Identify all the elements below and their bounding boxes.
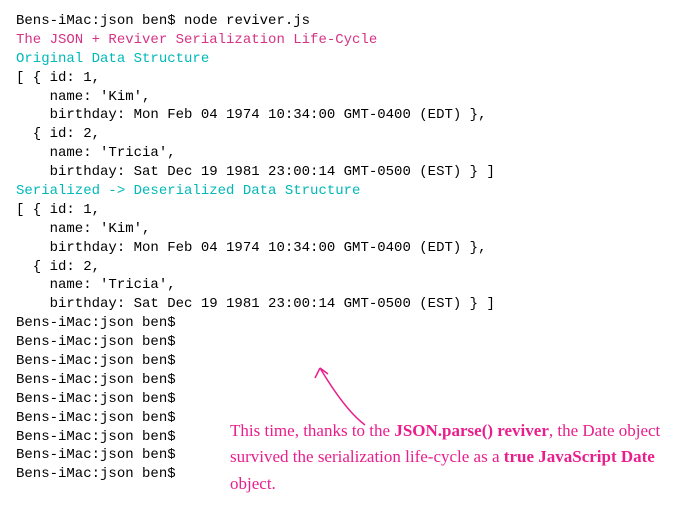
data-line: birthday: Mon Feb 04 1974 10:34:00 GMT-0… <box>16 239 684 258</box>
data-line: { id: 2, <box>16 258 684 277</box>
empty-prompt: Bens-iMac:json ben$ <box>16 428 684 447</box>
title-line: The JSON + Reviver Serialization Life-Cy… <box>16 31 684 50</box>
empty-prompt: Bens-iMac:json ben$ <box>16 352 684 371</box>
command-line: Bens-iMac:json ben$ node reviver.js <box>16 12 684 31</box>
data-line: birthday: Sat Dec 19 1981 23:00:14 GMT-0… <box>16 163 684 182</box>
empty-prompt: Bens-iMac:json ben$ <box>16 446 684 465</box>
empty-prompt: Bens-iMac:json ben$ <box>16 465 684 484</box>
data-line: birthday: Mon Feb 04 1974 10:34:00 GMT-0… <box>16 106 684 125</box>
data-line: name: 'Tricia', <box>16 276 684 295</box>
section1-header: Original Data Structure <box>16 50 684 69</box>
empty-prompt: Bens-iMac:json ben$ <box>16 390 684 409</box>
empty-prompt: Bens-iMac:json ben$ <box>16 333 684 352</box>
empty-prompt: Bens-iMac:json ben$ <box>16 314 684 333</box>
empty-prompt: Bens-iMac:json ben$ <box>16 371 684 390</box>
data-line: { id: 2, <box>16 125 684 144</box>
command-text: node reviver.js <box>184 13 310 29</box>
data-line: [ { id: 1, <box>16 69 684 88</box>
prompt: Bens-iMac:json ben$ <box>16 13 176 29</box>
data-line: birthday: Sat Dec 19 1981 23:00:14 GMT-0… <box>16 295 684 314</box>
data-line: [ { id: 1, <box>16 201 684 220</box>
terminal-output: Bens-iMac:json ben$ node reviver.js The … <box>16 12 684 484</box>
data-line: name: 'Kim', <box>16 220 684 239</box>
empty-prompt: Bens-iMac:json ben$ <box>16 409 684 428</box>
data-line: name: 'Kim', <box>16 88 684 107</box>
data-line: name: 'Tricia', <box>16 144 684 163</box>
section2-header: Serialized -> Deserialized Data Structur… <box>16 182 684 201</box>
